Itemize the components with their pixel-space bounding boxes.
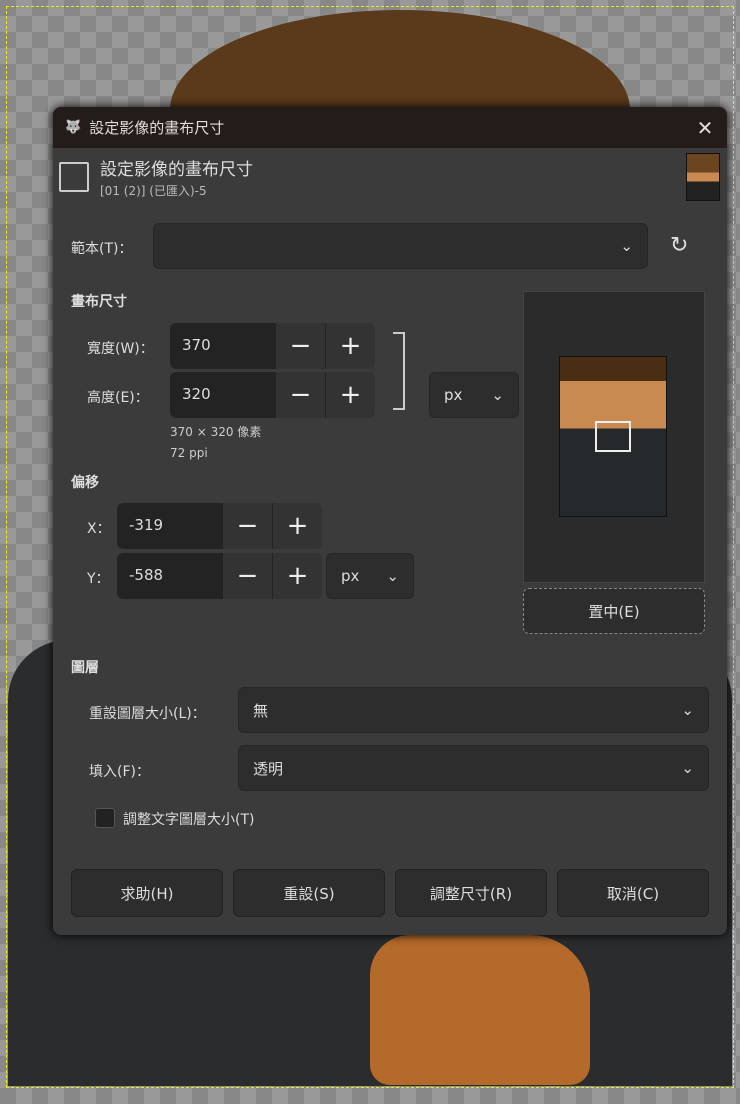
height-decrement-button[interactable]: − — [275, 372, 325, 418]
width-spinner: 370 − + — [170, 323, 375, 369]
fill-value: 透明 — [253, 759, 284, 778]
offset-x-label: X： — [87, 521, 111, 537]
offset-y-decrement-button[interactable]: − — [222, 553, 272, 599]
canvas-size-dialog: 🐺 設定影像的畫布尺寸 ✕ 設定影像的畫布尺寸 [01 (2)] (已匯入)-5… — [53, 107, 727, 935]
offset-y-label: Y： — [87, 571, 110, 587]
width-label: 寬度(W)： — [87, 341, 154, 357]
height-label: 高度(E)： — [87, 390, 149, 406]
window-title: 設定影像的畫布尺寸 — [89, 119, 225, 137]
offset-x-increment-button[interactable]: + — [272, 503, 322, 549]
fill-label: 填入(F)： — [89, 764, 150, 780]
chevron-down-icon: ⌄ — [681, 759, 694, 777]
center-button[interactable]: 置中(E) — [523, 588, 705, 634]
offset-y-spinner: -588 − + — [117, 553, 322, 599]
width-input[interactable]: 370 — [170, 323, 275, 369]
offset-y-input[interactable]: -588 — [117, 553, 222, 599]
resize-layers-value: 無 — [253, 701, 269, 720]
offset-x-spinner: -319 − + — [117, 503, 322, 549]
resize-layers-dropdown[interactable]: 無 ⌄ — [238, 687, 709, 733]
template-dropdown[interactable]: ⌄ — [153, 223, 648, 269]
offset-x-decrement-button[interactable]: − — [222, 503, 272, 549]
chevron-down-icon: ⌄ — [620, 237, 633, 255]
chevron-down-icon: ⌄ — [681, 701, 694, 719]
chevron-down-icon: ⌄ — [491, 386, 504, 404]
offset-x-input[interactable]: -319 — [117, 503, 222, 549]
layers-section: 圖層 — [71, 660, 99, 676]
height-increment-button[interactable]: + — [325, 372, 375, 418]
cancel-button[interactable]: 取消(C) — [557, 869, 709, 917]
canvas-size-section: 畫布尺寸 — [71, 294, 127, 310]
offset-unit-value: px — [341, 567, 360, 585]
offset-preview[interactable] — [523, 291, 705, 583]
title-bar: 🐺 設定影像的畫布尺寸 ✕ — [53, 107, 727, 148]
resize-text-layers-checkbox[interactable] — [95, 808, 115, 828]
image-name: [01 (2)] (已匯入)-5 — [100, 184, 207, 198]
size-unit-dropdown[interactable]: px ⌄ — [429, 372, 519, 418]
offset-y-increment-button[interactable]: + — [272, 553, 322, 599]
pixel-size-info: 370 × 320 像素 — [170, 425, 262, 439]
offset-section: 偏移 — [71, 475, 99, 491]
chevron-down-icon: ⌄ — [386, 567, 399, 585]
help-button[interactable]: 求助(H) — [71, 869, 223, 917]
reset-template-icon[interactable]: ↻ — [670, 233, 688, 258]
reset-button[interactable]: 重設(S) — [233, 869, 385, 917]
gimp-logo-icon: 🐺 — [65, 120, 82, 135]
offset-unit-dropdown[interactable]: px ⌄ — [326, 553, 414, 599]
fill-dropdown[interactable]: 透明 ⌄ — [238, 745, 709, 791]
resize-text-layers-label[interactable]: 調整文字圖層大小(T) — [123, 809, 254, 829]
resize-canvas-icon — [59, 162, 89, 192]
dialog-heading: 設定影像的畫布尺寸 — [100, 160, 253, 180]
resize-button[interactable]: 調整尺寸(R) — [395, 869, 547, 917]
canvas-image-hand — [370, 935, 590, 1085]
width-increment-button[interactable]: + — [325, 323, 375, 369]
height-spinner: 320 − + — [170, 372, 375, 418]
height-input[interactable]: 320 — [170, 372, 275, 418]
width-decrement-button[interactable]: − — [275, 323, 325, 369]
preview-canvas-frame — [595, 421, 631, 452]
template-label: 範本(T)： — [71, 241, 133, 257]
chain-link-icon[interactable] — [393, 332, 405, 410]
ppi-info: 72 ppi — [170, 446, 208, 460]
close-button[interactable]: ✕ — [683, 116, 727, 140]
image-thumbnail — [686, 153, 720, 201]
resize-layers-label: 重設圖層大小(L)： — [89, 706, 206, 722]
size-unit-value: px — [444, 386, 463, 404]
